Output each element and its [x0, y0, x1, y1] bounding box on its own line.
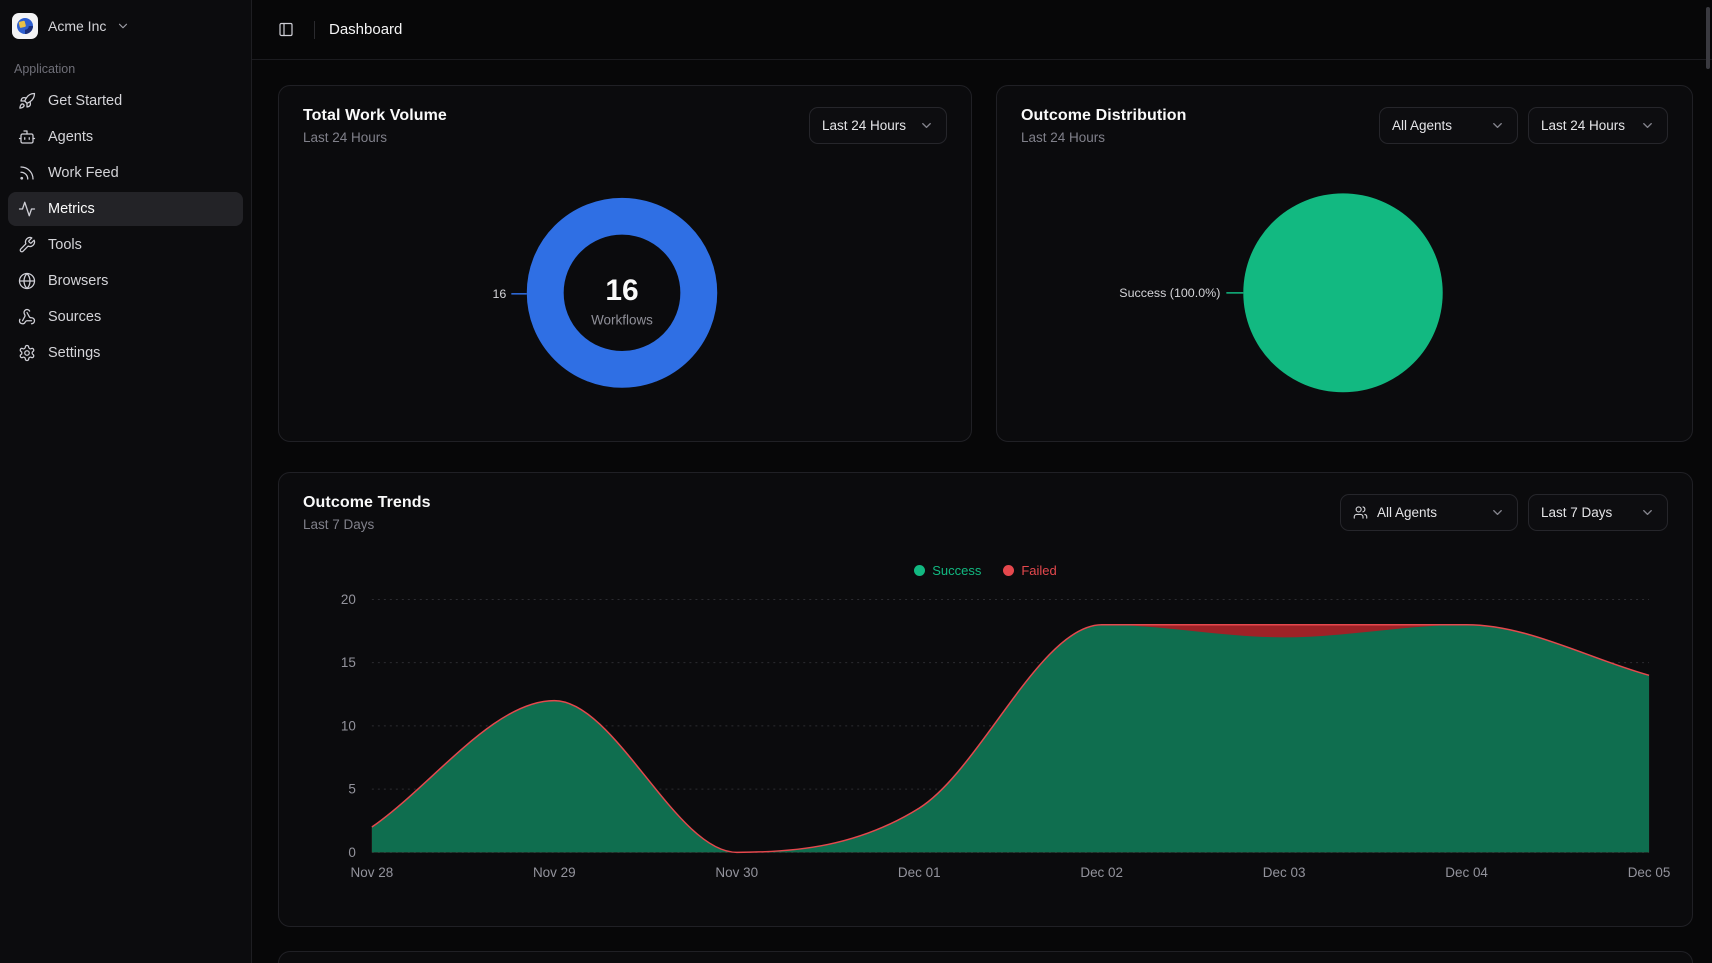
scrollbar-thumb[interactable]	[1706, 7, 1710, 69]
donut-center-label: Workflows	[591, 313, 653, 328]
sidebar-item-settings[interactable]: Settings	[8, 336, 243, 370]
wrench-icon	[18, 236, 36, 254]
sidebar-item-label: Metrics	[48, 201, 95, 217]
donut-center-value: 16	[605, 274, 638, 307]
chevron-down-icon	[1640, 118, 1655, 133]
next-card-partial	[278, 951, 1693, 963]
total-work-volume-card: Total Work Volume Last 24 Hours Last 24 …	[278, 85, 972, 442]
main-area: Dashboard Total Work Volume Last 24 Hour…	[252, 0, 1712, 963]
svg-text:Dec 05: Dec 05	[1628, 865, 1671, 880]
activity-icon	[18, 200, 36, 218]
panel-left-icon	[278, 20, 294, 39]
sidebar-item-label: Sources	[48, 309, 101, 325]
card-title: Outcome Distribution	[1021, 107, 1187, 125]
webhook-icon	[18, 308, 36, 326]
topbar: Dashboard	[252, 0, 1712, 60]
sidebar-item-metrics[interactable]: Metrics	[8, 192, 243, 226]
chart-legend: Success Failed	[279, 563, 1692, 578]
legend-item-failed: Failed	[1003, 563, 1056, 578]
svg-text:Dec 02: Dec 02	[1080, 865, 1123, 880]
area-chart: 0 5 10 15 20 Nov 28 Nov 29 Nov 30 Dec 01 Dec 02 De…	[279, 473, 1692, 926]
legend-label: Success	[932, 563, 981, 578]
svg-text:0: 0	[348, 845, 355, 860]
svg-text:10: 10	[341, 718, 356, 733]
sidebar-item-label: Settings	[48, 345, 100, 361]
svg-text:15: 15	[341, 655, 356, 670]
svg-text:Dec 03: Dec 03	[1263, 865, 1306, 880]
page-title: Dashboard	[329, 21, 402, 38]
card-subtitle: Last 24 Hours	[1021, 130, 1187, 145]
time-range-select[interactable]: Last 7 Days	[1528, 494, 1668, 531]
sidebar-nav: Get Started Agents Work Feed Metrics	[8, 84, 243, 370]
select-value: All Agents	[1392, 118, 1452, 133]
legend-item-success: Success	[914, 563, 981, 578]
svg-text:Nov 29: Nov 29	[533, 865, 576, 880]
failed-line	[372, 625, 1649, 853]
pie-callout-label: Success (100.0%)	[1119, 286, 1220, 300]
org-logo-icon	[16, 17, 34, 35]
sidebar-item-label: Agents	[48, 129, 93, 145]
success-area	[372, 625, 1649, 853]
agent-select[interactable]: All Agents	[1379, 107, 1518, 144]
sidebar-item-label: Work Feed	[48, 165, 119, 181]
org-switcher[interactable]: Acme Inc	[8, 8, 243, 44]
svg-text:Nov 28: Nov 28	[351, 865, 394, 880]
sidebar-item-get-started[interactable]: Get Started	[8, 84, 243, 118]
sidebar-item-tools[interactable]: Tools	[8, 228, 243, 262]
svg-text:Dec 01: Dec 01	[898, 865, 941, 880]
globe-icon	[18, 272, 36, 290]
svg-text:5: 5	[348, 782, 355, 797]
sidebar-item-agents[interactable]: Agents	[8, 120, 243, 154]
card-title: Total Work Volume	[303, 107, 447, 125]
nav-section-label: Application	[8, 62, 243, 76]
sidebar-item-browsers[interactable]: Browsers	[8, 264, 243, 298]
rss-icon	[18, 164, 36, 182]
select-value: Last 24 Hours	[1541, 118, 1625, 133]
card-title: Outcome Trends	[303, 494, 431, 512]
sidebar-item-label: Browsers	[48, 273, 108, 289]
time-range-select[interactable]: Last 24 Hours	[1528, 107, 1668, 144]
bot-icon	[18, 128, 36, 146]
sidebar-toggle-button[interactable]	[272, 16, 300, 44]
card-subtitle: Last 7 Days	[303, 517, 431, 532]
donut-callout-label: 16	[492, 287, 506, 301]
outcome-trends-card: Outcome Trends Last 7 Days All Agents	[278, 472, 1693, 927]
select-value: Last 7 Days	[1541, 505, 1612, 520]
donut-ring	[545, 216, 699, 369]
chevron-down-icon	[1490, 505, 1505, 520]
users-icon	[1353, 505, 1368, 520]
chevron-down-icon	[919, 118, 934, 133]
sidebar-item-label: Tools	[48, 237, 82, 253]
outcome-distribution-card: Outcome Distribution Last 24 Hours All A…	[996, 85, 1693, 442]
agent-select[interactable]: All Agents	[1340, 494, 1518, 531]
chevron-down-icon	[116, 19, 130, 33]
svg-text:Nov 30: Nov 30	[715, 865, 758, 880]
app-window: Acme Inc Application Get Started Agents	[0, 0, 1712, 963]
legend-dot-success	[914, 565, 925, 576]
svg-text:Dec 04: Dec 04	[1445, 865, 1488, 880]
failed-area	[372, 625, 1649, 853]
gear-icon	[18, 344, 36, 362]
topbar-divider	[314, 21, 315, 39]
select-value: All Agents	[1377, 505, 1437, 520]
card-subtitle: Last 24 Hours	[303, 130, 447, 145]
pie-circle	[1243, 193, 1442, 392]
chevron-down-icon	[1490, 118, 1505, 133]
dashboard-content: Total Work Volume Last 24 Hours Last 24 …	[252, 60, 1712, 963]
sidebar-item-work-feed[interactable]: Work Feed	[8, 156, 243, 190]
legend-dot-failed	[1003, 565, 1014, 576]
select-value: Last 24 Hours	[822, 118, 906, 133]
sidebar-item-sources[interactable]: Sources	[8, 300, 243, 334]
org-logo	[12, 13, 38, 39]
rocket-icon	[18, 92, 36, 110]
time-range-select[interactable]: Last 24 Hours	[809, 107, 947, 144]
sidebar: Acme Inc Application Get Started Agents	[0, 0, 252, 963]
legend-label: Failed	[1021, 563, 1056, 578]
svg-text:20: 20	[341, 592, 356, 607]
org-name: Acme Inc	[48, 18, 106, 34]
sidebar-item-label: Get Started	[48, 93, 122, 109]
chevron-down-icon	[1640, 505, 1655, 520]
